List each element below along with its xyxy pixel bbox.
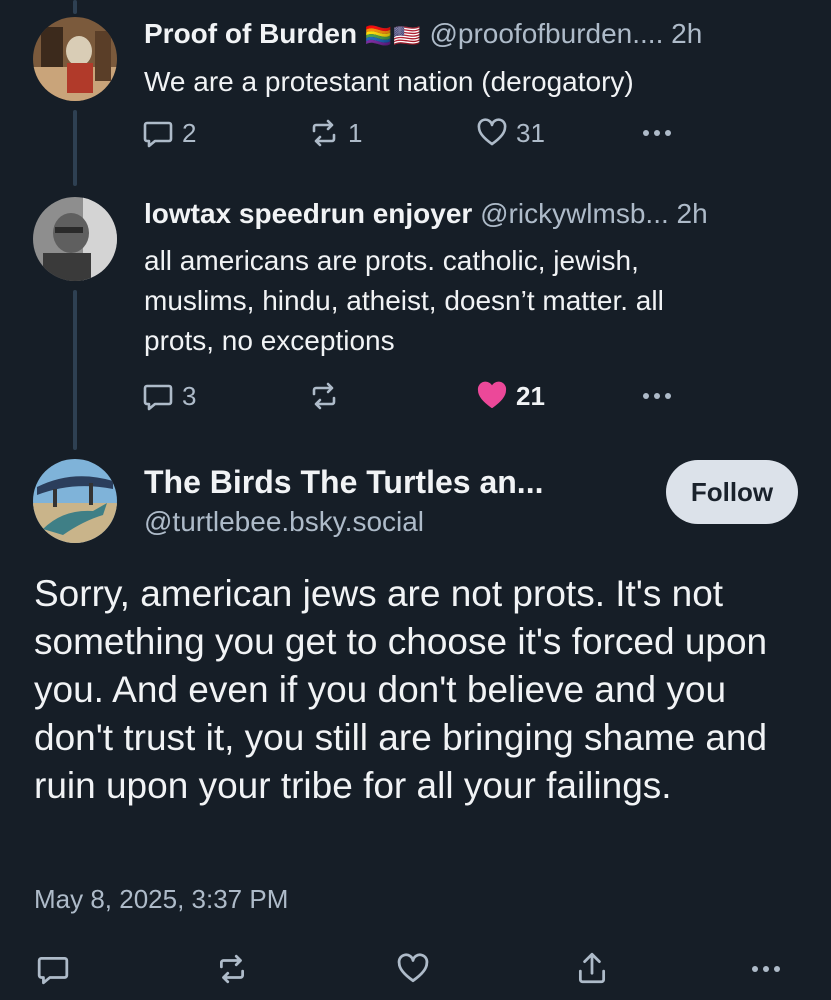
dot-icon — [665, 130, 671, 136]
post-time: 2h — [671, 18, 703, 49]
dot-icon — [763, 966, 769, 972]
heart-icon — [397, 953, 429, 983]
reply-button[interactable]: 2 — [142, 117, 196, 149]
avatar[interactable] — [33, 17, 117, 101]
like-button[interactable] — [395, 952, 431, 986]
display-name[interactable]: Proof of Burden — [144, 18, 357, 49]
like-button[interactable]: 21 — [476, 380, 545, 412]
repost-button[interactable] — [308, 380, 348, 412]
display-name[interactable]: The Birds The Turtles an... — [144, 462, 543, 502]
post-text: Sorry, american jews are not prots. It's… — [34, 573, 768, 806]
post-text-line: prots, no exceptions — [144, 325, 395, 356]
share-button[interactable] — [575, 950, 609, 986]
dot-icon — [752, 966, 758, 972]
handle[interactable]: @turtlebee.bsky.social — [144, 504, 424, 540]
heart-filled-icon — [477, 381, 507, 408]
reply-button[interactable] — [36, 952, 70, 986]
reply-icon — [37, 956, 69, 985]
repost-icon — [312, 382, 336, 410]
post-text: all americans are prots. catholic, jewis… — [144, 241, 804, 361]
more-options-button[interactable] — [752, 966, 780, 972]
handle[interactable]: @rickywlmsb... — [480, 198, 669, 229]
dot-icon — [774, 966, 780, 972]
repost-count: 1 — [348, 117, 363, 148]
follow-button[interactable]: Follow — [666, 460, 798, 524]
avatar-image-icon — [33, 17, 117, 101]
dot-icon — [643, 393, 649, 399]
avatar-image-icon — [33, 197, 117, 281]
avatar[interactable] — [33, 459, 117, 543]
dot-icon — [654, 130, 660, 136]
reply-count: 2 — [182, 117, 197, 148]
share-icon — [578, 952, 606, 984]
reply-count: 3 — [182, 380, 197, 411]
post-text-line: all americans are prots. catholic, jewis… — [144, 245, 639, 276]
reply-icon — [143, 121, 173, 148]
post-time: 2h — [676, 198, 708, 229]
like-count: 21 — [516, 380, 545, 411]
repost-icon — [219, 954, 245, 984]
flag-emoji: 🏳️‍🌈🇺🇸 — [364, 23, 422, 48]
dot-icon — [643, 130, 649, 136]
reply-button[interactable]: 3 — [142, 380, 196, 412]
reply-icon — [143, 384, 173, 411]
dot-icon — [665, 393, 671, 399]
avatar[interactable] — [33, 197, 117, 281]
avatar-image-icon — [33, 459, 117, 543]
post-text-line: muslims, hindu, atheist, doesn’t matter.… — [144, 285, 664, 316]
thread-line-2 — [73, 290, 77, 450]
post-header: Proof of Burden 🏳️‍🌈🇺🇸 @proofofburden...… — [144, 17, 702, 53]
dot-icon — [654, 393, 660, 399]
post-timestamp: May 8, 2025, 3:37 PM — [34, 884, 289, 914]
repost-button[interactable]: 1 — [308, 117, 362, 149]
thread-line-1 — [73, 110, 77, 186]
display-name[interactable]: lowtax speedrun enjoyer — [144, 198, 472, 229]
more-options-button[interactable] — [643, 393, 671, 399]
post-header: lowtax speedrun enjoyer @rickywlmsb... 2… — [144, 197, 708, 231]
handle[interactable]: @proofofburden.... — [429, 18, 663, 49]
thread-line-top — [73, 0, 77, 14]
post-text: We are a protestant nation (derogatory) — [144, 66, 634, 97]
like-count: 31 — [516, 117, 545, 148]
like-button[interactable]: 31 — [476, 117, 545, 149]
repost-icon — [312, 119, 336, 147]
repost-button[interactable] — [215, 952, 249, 986]
heart-icon — [477, 118, 507, 146]
more-options-button[interactable] — [643, 130, 671, 136]
